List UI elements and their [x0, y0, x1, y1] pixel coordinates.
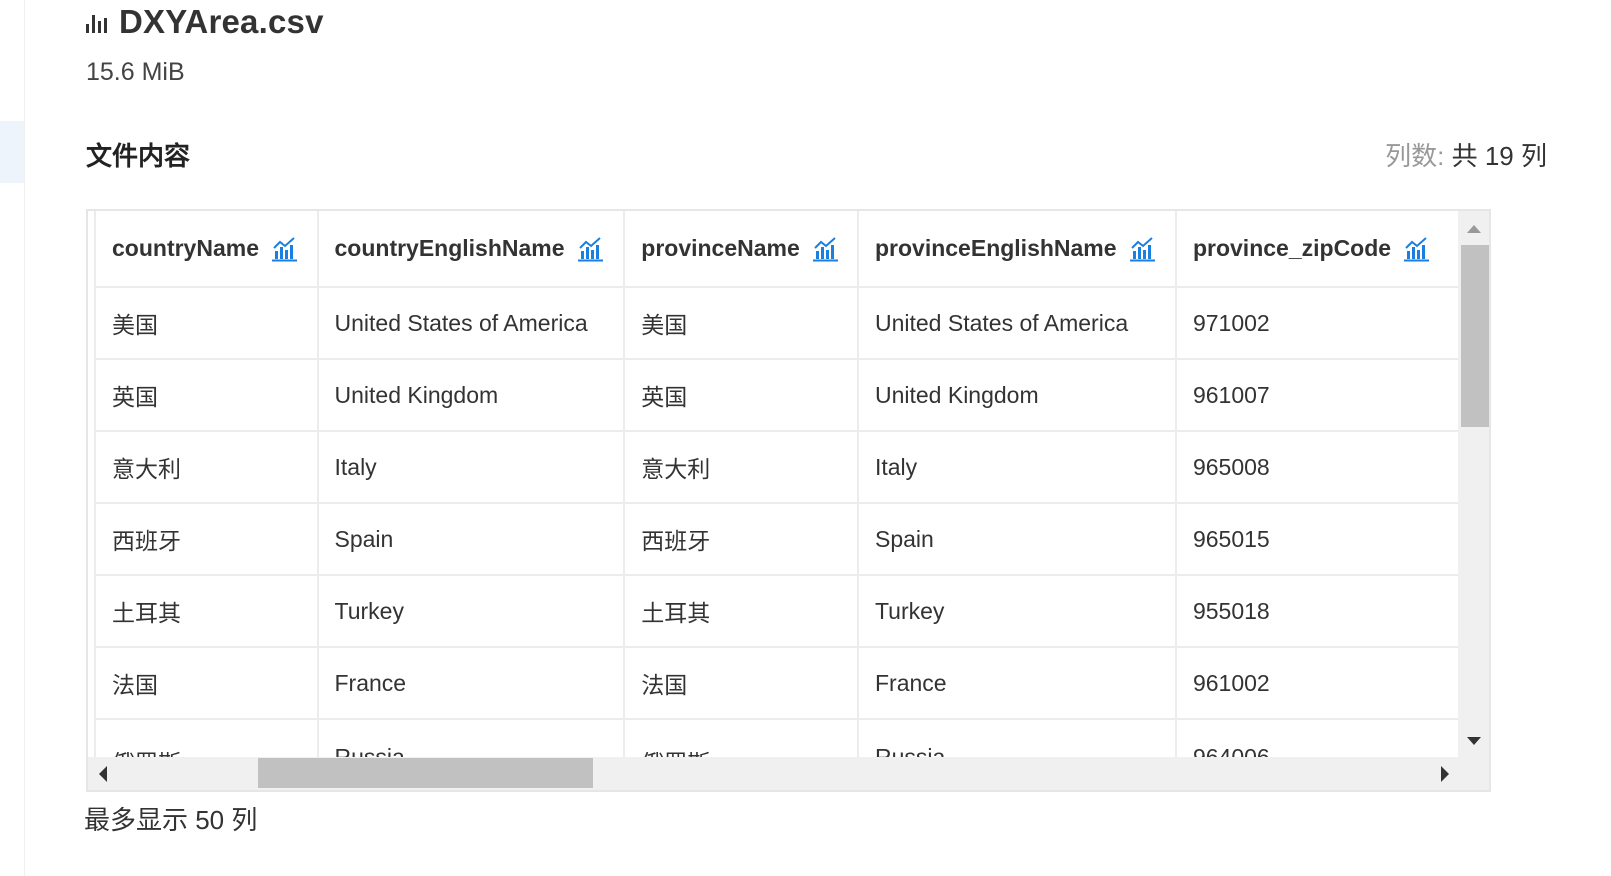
table-cell: 961007 [1174, 358, 1460, 432]
column-header: countryName [94, 211, 319, 288]
column-header-label: countryEnglishName [334, 235, 565, 261]
table-cell: United Kingdom [856, 358, 1177, 432]
table-cell: 971002 [1174, 286, 1460, 360]
table-cell: 法国 [623, 646, 859, 720]
column-count-label: 列数: [1385, 141, 1445, 171]
data-table-container: countryName countryEnglishName provinceN… [86, 209, 1491, 792]
table-cell: United States of America [316, 286, 626, 360]
bar-chart-icon [86, 15, 107, 33]
column-stats-icon[interactable] [271, 235, 298, 262]
column-header-label: provinceName [641, 235, 800, 261]
table-cell: Spain [316, 502, 626, 576]
table-row: 土耳其 Turkey 土耳其 Turkey 955018 [94, 574, 1460, 648]
table-viewport[interactable]: countryName countryEnglishName provinceN… [88, 211, 1460, 759]
table-cell: 英国 [623, 358, 859, 432]
table-cell: 意大利 [94, 430, 319, 504]
column-header: provinceName [623, 211, 859, 288]
table-cell: 俄罗斯 [94, 718, 319, 759]
file-title: DXYArea.csv [86, 2, 324, 42]
table-cell: France [316, 646, 626, 720]
table-row: 西班牙 Spain 西班牙 Spain 965015 [94, 502, 1460, 576]
horizontal-scroll-thumb[interactable] [258, 758, 593, 788]
scroll-down-arrow-icon[interactable] [1467, 737, 1481, 745]
table-cell: Turkey [316, 574, 626, 648]
file-size: 15.6 MiB [86, 58, 185, 86]
table-cell: 美国 [94, 286, 319, 360]
table-row: 意大利 Italy 意大利 Italy 965008 [94, 430, 1460, 504]
table-cell: 964006 [1174, 718, 1460, 759]
table-cell: Russia [856, 718, 1177, 759]
table-cell: 法国 [94, 646, 319, 720]
data-table: countryName countryEnglishName provinceN… [94, 211, 1460, 759]
table-cell: 西班牙 [623, 502, 859, 576]
column-count-value: 共 19 列 [1451, 141, 1547, 171]
table-row: 俄罗斯 Russia 俄罗斯 Russia 964006 [94, 718, 1460, 759]
scroll-left-arrow-icon[interactable] [99, 766, 107, 782]
table-cell: 965008 [1174, 430, 1460, 504]
table-cell: 俄罗斯 [623, 718, 859, 759]
table-cell: 961002 [1174, 646, 1460, 720]
column-header-label: provinceEnglishName [874, 235, 1117, 261]
table-cell: Italy [856, 430, 1177, 504]
table-cell: Russia [316, 718, 626, 759]
table-header-row: countryName countryEnglishName provinceN… [94, 211, 1460, 288]
scroll-right-arrow-icon[interactable] [1441, 766, 1449, 782]
column-stats-icon[interactable] [1403, 235, 1430, 262]
horizontal-scrollbar[interactable] [88, 757, 1460, 790]
section-title: 文件内容 [86, 141, 191, 171]
column-header: province_zipCode [1174, 211, 1460, 288]
vertical-scroll-thumb[interactable] [1461, 245, 1489, 427]
table-cell: 美国 [623, 286, 859, 360]
table-cell: 英国 [94, 358, 319, 432]
column-stats-icon[interactable] [577, 235, 604, 262]
table-row: 法国 France 法国 France 961002 [94, 646, 1460, 720]
table-cell: 土耳其 [94, 574, 319, 648]
column-header-label: countryName [112, 235, 259, 261]
table-cell: 955018 [1174, 574, 1460, 648]
table-cell: Italy [316, 430, 626, 504]
column-header-label: province_zipCode [1192, 235, 1392, 261]
column-stats-icon[interactable] [812, 235, 839, 262]
table-row: 英国 United Kingdom 英国 United Kingdom 9610… [94, 358, 1460, 432]
table-cell: Spain [856, 502, 1177, 576]
scroll-up-arrow-icon[interactable] [1467, 225, 1481, 233]
table-cell: United Kingdom [316, 358, 626, 432]
file-name: DXYArea.csv [119, 3, 324, 40]
table-cell: Turkey [856, 574, 1177, 648]
column-header: countryEnglishName [316, 211, 626, 288]
max-columns-note: 最多显示 50 列 [84, 805, 258, 835]
table-row: 美国 United States of America 美国 United St… [94, 286, 1460, 360]
column-stats-icon[interactable] [1129, 235, 1156, 262]
table-cell: France [856, 646, 1177, 720]
table-cell: 土耳其 [623, 574, 859, 648]
table-cell: 意大利 [623, 430, 859, 504]
table-cell: United States of America [856, 286, 1177, 360]
vertical-scrollbar[interactable] [1458, 211, 1489, 759]
left-sidebar-active-indicator [0, 121, 24, 183]
table-cell: 965015 [1174, 502, 1460, 576]
column-header: provinceEnglishName [856, 211, 1177, 288]
scrollbar-corner [1458, 757, 1489, 790]
table-cell: 西班牙 [94, 502, 319, 576]
column-count: 列数: 共 19 列 [1385, 136, 1547, 173]
